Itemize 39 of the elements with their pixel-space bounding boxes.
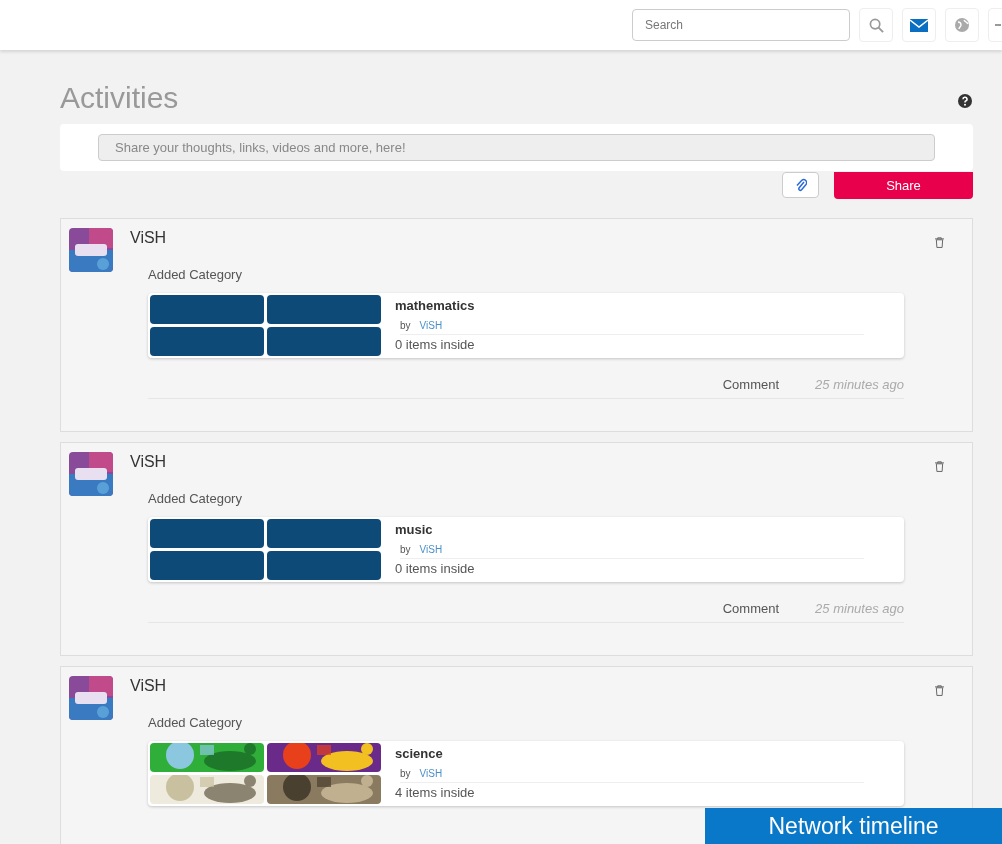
timestamp: 25 minutes ago (815, 375, 904, 394)
category-name: mathematics (395, 296, 476, 315)
attach-button[interactable] (782, 172, 819, 198)
help-icon (958, 94, 972, 108)
post-field[interactable]: Share your thoughts, links, videos and more, here! (98, 134, 935, 161)
paperclip-icon (794, 178, 807, 192)
item-count: 4 items inside (395, 784, 476, 802)
page-title: Activities (60, 83, 179, 113)
envelope-icon (910, 18, 928, 32)
network-timeline-banner: Network timeline (705, 808, 1002, 844)
share-button[interactable]: Share (834, 172, 973, 199)
item-count: 0 items inside (395, 560, 476, 578)
author-link[interactable]: ViSH (419, 318, 443, 333)
activity-type: Added Category (148, 714, 243, 732)
globe-icon (955, 18, 969, 32)
messages-button[interactable] (902, 8, 936, 42)
dash-icon (995, 24, 1001, 26)
by-label: by (400, 543, 411, 557)
trash-icon[interactable] (935, 461, 944, 472)
author-name: ViSH (130, 676, 168, 696)
item-count: 0 items inside (395, 336, 476, 354)
category-name: science (395, 744, 444, 763)
timestamp: 25 minutes ago (815, 599, 904, 618)
activity-type: Added Category (148, 490, 243, 508)
trash-icon[interactable] (935, 237, 944, 248)
activity-type: Added Category (148, 266, 243, 284)
by-label: by (400, 767, 411, 781)
category-name: music (395, 520, 434, 539)
author-link[interactable]: ViSH (419, 542, 443, 557)
author-name: ViSH (130, 228, 168, 248)
trash-icon[interactable] (935, 685, 944, 696)
search-button[interactable] (859, 8, 893, 42)
author-name: ViSH (130, 452, 168, 472)
search-icon (868, 17, 884, 33)
comment-link[interactable]: Comment (722, 598, 780, 618)
author-link[interactable]: ViSH (419, 766, 443, 781)
comment-link[interactable]: Comment (722, 374, 780, 394)
by-label: by (400, 319, 411, 333)
search-field[interactable]: Search (632, 9, 850, 41)
